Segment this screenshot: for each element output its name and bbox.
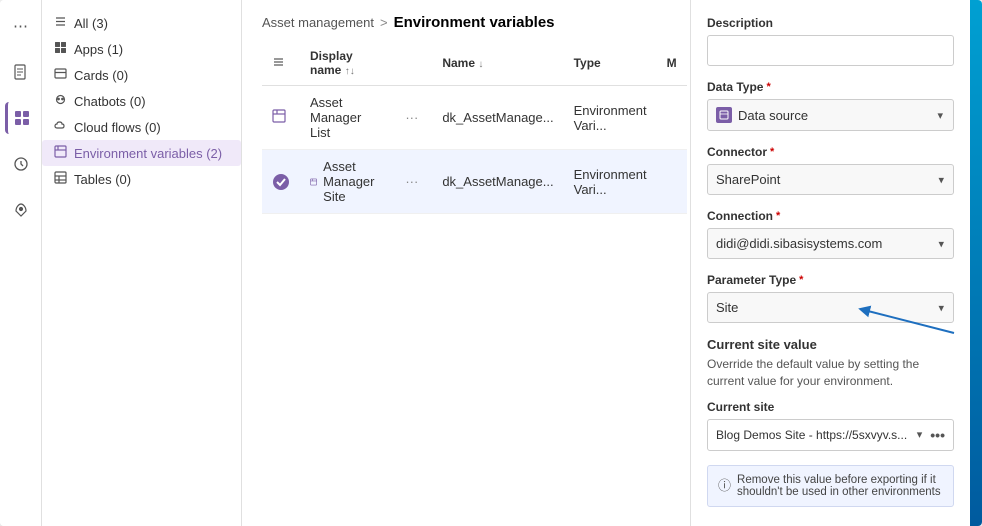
icon-bar-page[interactable]	[5, 56, 37, 88]
table-row[interactable]: Asset Manager Site ··· dk_AssetManage...…	[262, 150, 687, 214]
sidebar-item-cloud-flows[interactable]: Cloud flows (0)	[42, 114, 241, 140]
current-site-value-section: Current site value Override the default …	[707, 337, 954, 390]
main-window: ⋯ All (3) Apps (1)	[0, 0, 982, 526]
data-type-select[interactable]: Data source ▾	[707, 99, 954, 131]
data-type-value: Data source	[738, 108, 808, 123]
info-box: ⓘ Remove this value before exporting if …	[707, 465, 954, 507]
table-header-type: Type	[564, 41, 657, 86]
icon-bar-rocket[interactable]	[5, 194, 37, 226]
cards-icon	[54, 67, 67, 83]
info-text: Remove this value before exporting if it…	[737, 474, 943, 498]
table-cell-m-1	[657, 86, 687, 150]
parameter-type-select[interactable]: Site	[707, 292, 954, 323]
sidebar-item-cards[interactable]: Cards (0)	[42, 62, 241, 88]
table-header-m: M	[657, 41, 687, 86]
table-cell-m-2	[657, 150, 687, 214]
parameter-type-select-wrapper: Site ▾	[707, 292, 954, 323]
parameter-type-label: Parameter Type *	[707, 273, 954, 287]
sidebar-item-all[interactable]: All (3)	[42, 10, 241, 36]
right-panel: Description Data Type * Data source ▾ Co…	[690, 0, 970, 526]
sidebar-item-chatbots-label: Chatbots (0)	[74, 94, 146, 109]
description-input[interactable]	[707, 35, 954, 66]
current-site-more-icon[interactable]: •••	[930, 427, 945, 443]
connection-select[interactable]: didi@didi.sibasisystems.com	[707, 228, 954, 259]
breadcrumb-current: Environment variables	[394, 14, 555, 31]
table-cell-icon-2: Asset Manager Site	[300, 150, 391, 213]
table-cell-name-1: dk_AssetManage...	[432, 86, 563, 150]
all-icon	[54, 15, 67, 31]
blue-edge	[970, 0, 982, 526]
icon-bar-dots[interactable]: ⋯	[5, 10, 37, 42]
connector-select-wrapper: SharePoint ▾	[707, 164, 954, 195]
table-header-name[interactable]: Name ↓	[432, 41, 563, 86]
sidebar-item-apps-label: Apps (1)	[74, 42, 123, 57]
sidebar-item-cards-label: Cards (0)	[74, 68, 128, 83]
data-type-chevron: ▾	[937, 109, 943, 122]
apps-icon	[54, 41, 67, 57]
breadcrumb-separator: >	[380, 15, 388, 30]
cloud-flows-icon	[54, 119, 67, 135]
chatbots-icon	[54, 93, 67, 109]
table-cell-name-2: dk_AssetManage...	[432, 150, 563, 214]
icon-bar-history[interactable]	[5, 148, 37, 180]
current-site-row: Blog Demos Site - https://5sxvyv.s... ▾ …	[707, 419, 954, 451]
sidebar-item-env-vars-label: Environment variables (2)	[74, 146, 222, 161]
content-area: Asset management > Environment variables…	[242, 0, 690, 526]
breadcrumb: Asset management > Environment variables	[242, 0, 690, 41]
connection-label: Connection *	[707, 209, 954, 223]
table-row[interactable]: Asset Manager List ··· dk_AssetManage...…	[262, 86, 687, 150]
table-header-checkbox	[262, 41, 300, 86]
connection-select-wrapper: didi@didi.sibasisystems.com ▾	[707, 228, 954, 259]
data-type-field: Data Type * Data source ▾	[707, 80, 954, 131]
current-site-field: Current site Blog Demos Site - https://5…	[707, 400, 954, 451]
sidebar-item-apps[interactable]: Apps (1)	[42, 36, 241, 62]
sidebar-item-chatbots[interactable]: Chatbots (0)	[42, 88, 241, 114]
current-site-value-title: Current site value	[707, 337, 954, 352]
connector-select[interactable]: SharePoint	[707, 164, 954, 195]
icon-bar-grid[interactable]	[5, 102, 37, 134]
sidebar: All (3) Apps (1) Cards (0) Chatbots (0) …	[42, 0, 242, 526]
icon-bar: ⋯	[0, 0, 42, 526]
table-header-spacer	[391, 41, 432, 86]
data-table: Display name ↑↓ Name ↓ Type M	[262, 41, 687, 214]
sidebar-item-env-vars[interactable]: Environment variables (2)	[42, 140, 241, 166]
description-field: Description	[707, 16, 954, 66]
sidebar-item-all-label: All (3)	[74, 16, 108, 31]
current-site-value-desc: Override the default value by setting th…	[707, 356, 954, 390]
table-header-display-name[interactable]: Display name ↑↓	[300, 41, 391, 86]
table-cell-dots-1[interactable]: ···	[391, 86, 432, 150]
table-container: Display name ↑↓ Name ↓ Type M	[242, 41, 690, 526]
current-site-label: Current site	[707, 400, 954, 414]
data-type-label: Data Type *	[707, 80, 954, 94]
table-cell-display-name-1: Asset Manager List	[300, 86, 391, 150]
table-cell-icon-1	[262, 86, 300, 150]
table-cell-type-2: Environment Vari...	[564, 150, 657, 214]
datasource-icon	[716, 107, 732, 123]
connection-field: Connection * didi@didi.sibasisystems.com…	[707, 209, 954, 259]
sidebar-item-cloud-flows-label: Cloud flows (0)	[74, 120, 161, 135]
current-site-chevron-icon[interactable]: ▾	[917, 428, 923, 441]
sidebar-item-tables[interactable]: Tables (0)	[42, 166, 241, 192]
description-label: Description	[707, 16, 954, 30]
tables-icon	[54, 171, 67, 187]
connector-field: Connector * SharePoint ▾	[707, 145, 954, 195]
env-vars-icon	[54, 145, 67, 161]
sidebar-item-tables-label: Tables (0)	[74, 172, 131, 187]
table-cell-check-2	[262, 150, 300, 214]
parameter-type-field: Parameter Type * Site ▾	[707, 273, 954, 323]
connector-label: Connector *	[707, 145, 954, 159]
table-cell-type-1: Environment Vari...	[564, 86, 657, 150]
info-icon: ⓘ	[718, 475, 731, 494]
table-cell-dots-2[interactable]: ···	[391, 150, 432, 214]
current-site-value: Blog Demos Site - https://5sxvyv.s...	[716, 428, 913, 442]
table-cell-display-name-2: Asset Manager Site	[323, 159, 381, 204]
breadcrumb-parent[interactable]: Asset management	[262, 15, 374, 30]
